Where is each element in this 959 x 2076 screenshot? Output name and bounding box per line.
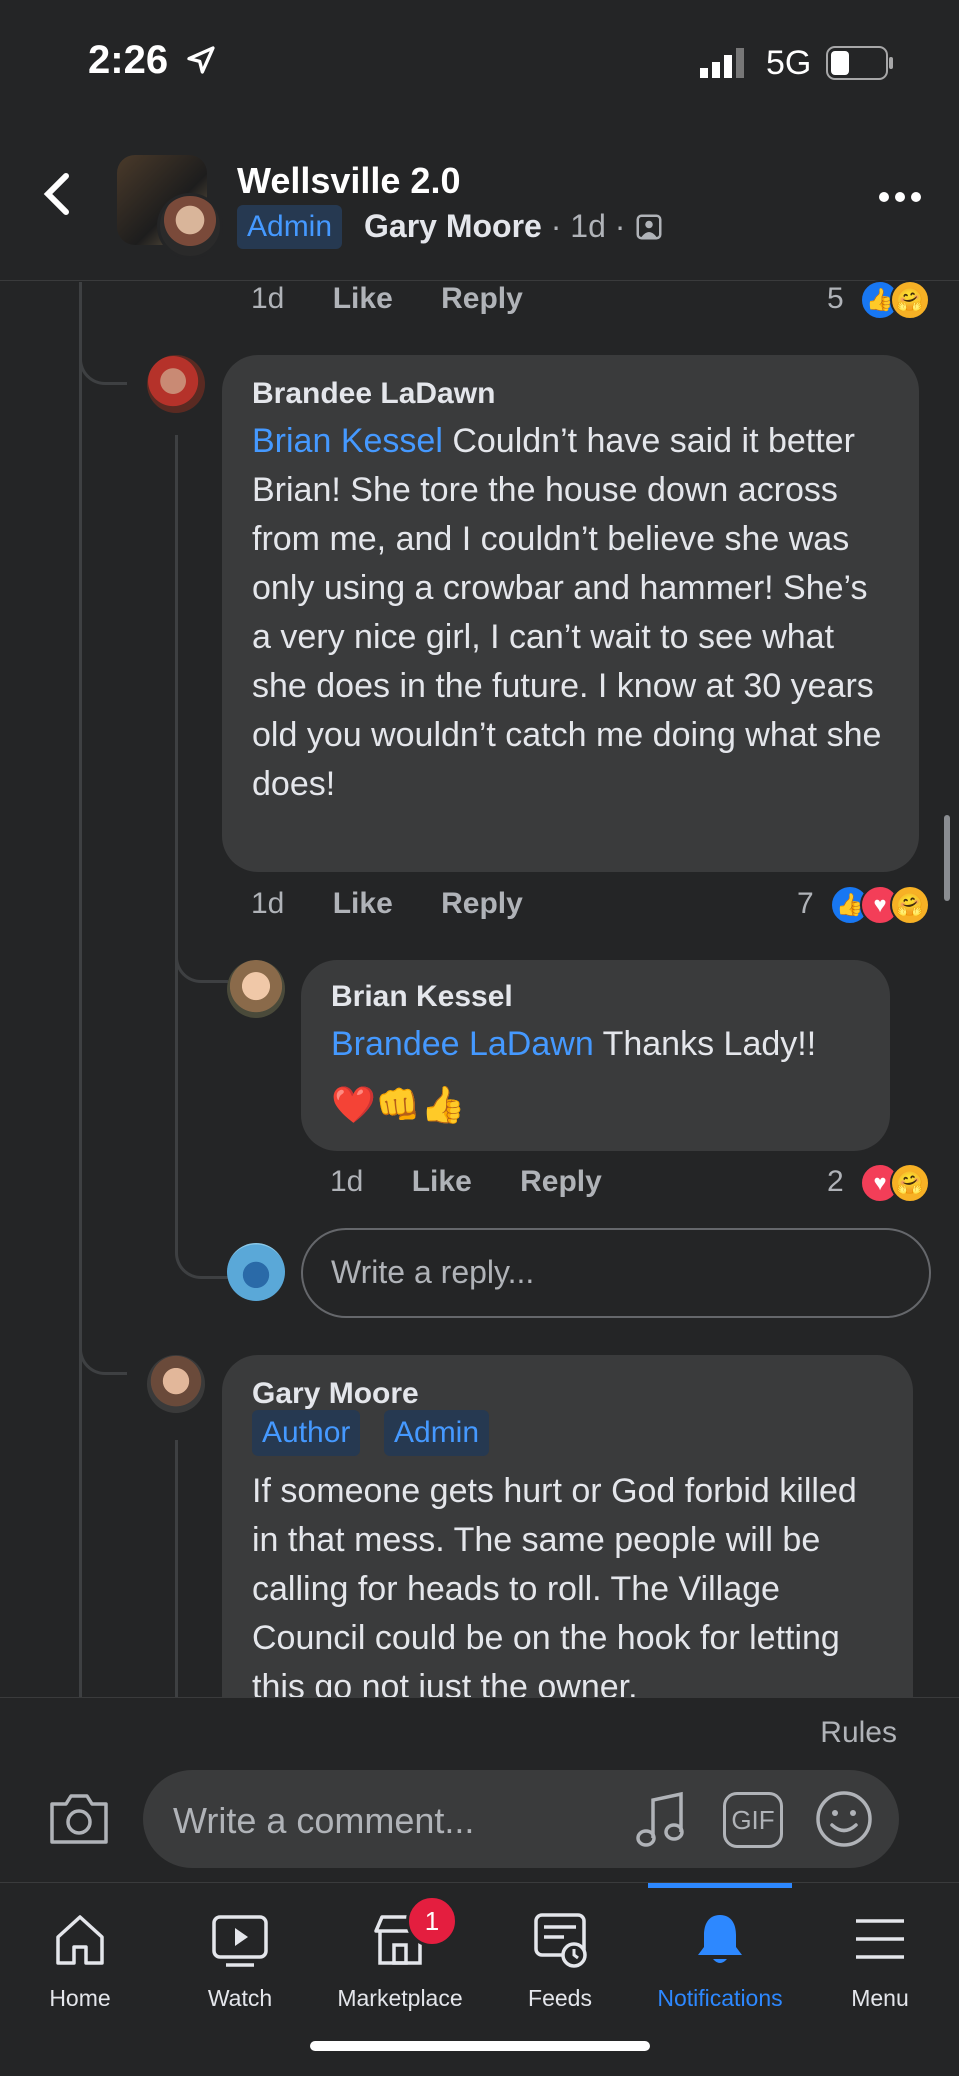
chevron-left-icon bbox=[43, 173, 69, 215]
rules-link[interactable]: Rules bbox=[820, 1716, 897, 1750]
active-tab-indicator bbox=[648, 1883, 792, 1888]
badge-count: 1 bbox=[424, 1906, 440, 1936]
mention-link[interactable]: Brian Kessel bbox=[252, 422, 443, 460]
reaction-summary[interactable]: 5 👍 🤗 bbox=[780, 280, 930, 320]
feeds-icon bbox=[534, 1913, 587, 1968]
comment-bubble: Brandee LaDawn Brian Kessel Couldn’t hav… bbox=[222, 355, 919, 872]
music-button[interactable] bbox=[633, 1790, 689, 1855]
care-reaction-icon: 🤗 bbox=[890, 885, 930, 925]
status-time: 2:26 bbox=[88, 38, 217, 83]
comment-body: Brandee LaDawn Thanks Lady!! bbox=[331, 1020, 871, 1069]
comment-age: 1d bbox=[330, 1165, 364, 1198]
separator: · bbox=[614, 208, 626, 244]
comment-input[interactable]: Write a comment... GIF bbox=[143, 1770, 899, 1868]
thread-line bbox=[175, 435, 178, 1235]
gif-label: GIF bbox=[731, 1805, 775, 1835]
mention-link[interactable]: Brandee LaDawn bbox=[331, 1025, 594, 1063]
comment-emoji: ❤️👊👍 bbox=[331, 1084, 466, 1125]
tab-label: Home bbox=[49, 1985, 111, 2011]
tab-label: Feeds bbox=[528, 1985, 592, 2011]
comment-meta: 1d Like Reply bbox=[251, 887, 523, 921]
tab-label: Menu bbox=[851, 1985, 909, 2011]
tab-label: Watch bbox=[207, 1985, 273, 2011]
comment-meta: 1d Like Reply bbox=[330, 1165, 602, 1199]
thread-line bbox=[175, 1440, 178, 1697]
author-avatar[interactable] bbox=[157, 193, 223, 259]
watch-icon bbox=[212, 1915, 268, 1967]
battery-icon bbox=[826, 46, 896, 85]
comment-body: Brian Kessel Couldn’t have said it bette… bbox=[252, 417, 892, 809]
reaction-count: 7 bbox=[796, 886, 814, 920]
tab-label: Marketplace bbox=[337, 1985, 463, 2011]
reaction-summary[interactable]: 7 👍 ♥ 🤗 bbox=[740, 885, 930, 925]
location-arrow-icon bbox=[187, 46, 215, 74]
like-button[interactable]: Like bbox=[333, 282, 393, 315]
scroll-indicator[interactable] bbox=[944, 815, 950, 901]
emoji-button[interactable] bbox=[815, 1790, 873, 1853]
admin-badge: Admin bbox=[237, 205, 343, 249]
thread-line bbox=[79, 282, 82, 1697]
reply-button[interactable]: Reply bbox=[441, 887, 523, 920]
reply-button[interactable]: Reply bbox=[441, 282, 523, 315]
reply-button[interactable]: Reply bbox=[520, 1165, 602, 1198]
thread-branch bbox=[79, 1320, 127, 1375]
group-privacy-icon bbox=[636, 214, 662, 240]
care-reaction-icon: 🤗 bbox=[890, 280, 930, 320]
reaction-summary[interactable]: 2 ♥ 🤗 bbox=[780, 1163, 930, 1203]
comment-meta: 1d Like Reply bbox=[251, 282, 523, 316]
reply-input[interactable]: Write a reply... bbox=[301, 1228, 931, 1318]
post-age: 1d bbox=[570, 208, 606, 244]
my-avatar bbox=[227, 1243, 285, 1301]
reaction-count: 2 bbox=[826, 1164, 844, 1198]
gif-button[interactable]: GIF bbox=[723, 1792, 783, 1848]
reaction-count: 5 bbox=[826, 281, 844, 315]
back-button[interactable] bbox=[38, 170, 78, 223]
separator: · bbox=[550, 208, 562, 244]
commenter-name[interactable]: Brandee LaDawn bbox=[252, 377, 495, 411]
menu-icon bbox=[856, 1919, 904, 1959]
music-icon bbox=[636, 1791, 684, 1847]
thread-branch bbox=[175, 930, 228, 983]
home-indicator[interactable] bbox=[310, 2041, 650, 2051]
comment-text: If someone gets hurt or God forbid kille… bbox=[252, 1472, 857, 1706]
camera-icon bbox=[50, 1794, 108, 1844]
commenter-name[interactable]: Brian Kessel bbox=[331, 980, 513, 1014]
post-subline: Gary Moore · 1d · bbox=[364, 208, 664, 245]
like-button[interactable]: Like bbox=[333, 887, 393, 920]
smiley-icon bbox=[816, 1791, 872, 1847]
status-time-text: 2:26 bbox=[88, 38, 169, 82]
thread-branch bbox=[79, 330, 127, 385]
comment-bubble: Gary Moore Author Admin If someone gets … bbox=[222, 1355, 913, 1755]
thread-branch bbox=[175, 1230, 228, 1279]
like-button[interactable]: Like bbox=[412, 1165, 472, 1198]
network-label: 5G bbox=[766, 44, 812, 82]
signal-icon bbox=[700, 48, 750, 83]
admin-tag: Admin bbox=[384, 1410, 490, 1456]
commenter-avatar[interactable] bbox=[147, 1355, 205, 1413]
more-icon bbox=[879, 192, 921, 202]
post-author[interactable]: Gary Moore bbox=[364, 208, 542, 244]
author-tag: Author bbox=[252, 1410, 361, 1456]
bell-icon bbox=[698, 1915, 742, 1963]
comment-bubble: Brian Kessel Brandee LaDawn Thanks Lady!… bbox=[301, 960, 890, 1151]
reply-placeholder: Write a reply... bbox=[331, 1254, 535, 1290]
comment-age: 1d bbox=[251, 282, 285, 315]
group-title[interactable]: Wellsville 2.0 bbox=[237, 160, 460, 202]
commenter-avatar[interactable] bbox=[147, 355, 205, 413]
comment-text: Couldn’t have said it better Brian! She … bbox=[252, 422, 882, 803]
camera-button[interactable] bbox=[48, 1790, 110, 1851]
commenter-avatar[interactable] bbox=[227, 960, 285, 1018]
notification-badge: 1 bbox=[406, 1895, 458, 1947]
comment-text: Thanks Lady!! bbox=[602, 1025, 817, 1063]
home-icon bbox=[56, 1915, 104, 1965]
commenter-name[interactable]: Gary Moore bbox=[252, 1377, 419, 1411]
more-options-button[interactable] bbox=[878, 190, 922, 209]
comment-age: 1d bbox=[251, 887, 285, 920]
comment-placeholder: Write a comment... bbox=[173, 1800, 475, 1841]
tab-label: Notifications bbox=[657, 1985, 783, 2011]
care-reaction-icon: 🤗 bbox=[890, 1163, 930, 1203]
